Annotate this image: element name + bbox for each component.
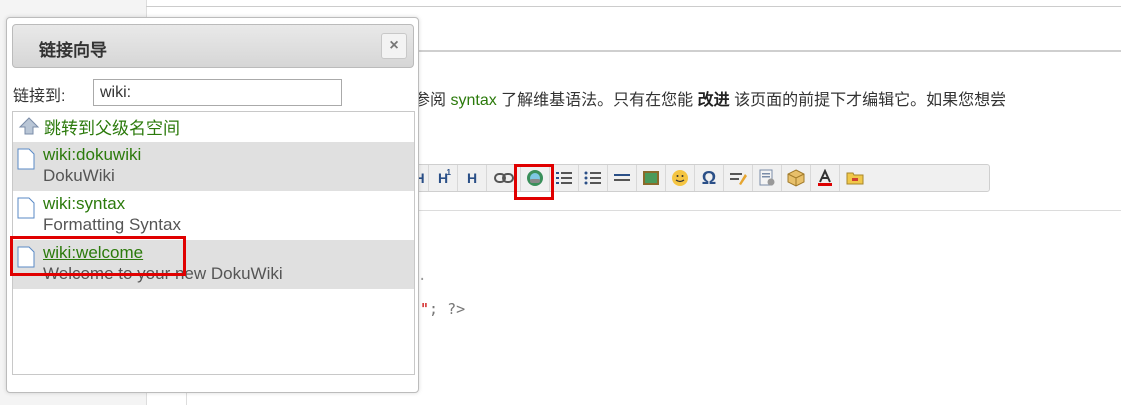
page-icon xyxy=(17,197,35,219)
arrow-up-icon xyxy=(18,117,40,135)
plugin-button[interactable] xyxy=(782,165,811,191)
close-button[interactable]: × xyxy=(381,33,407,59)
link-target-input[interactable] xyxy=(93,79,342,106)
image-icon xyxy=(643,171,659,185)
intro-mid: 了解维基语法。只有在您能 xyxy=(501,92,694,109)
template-button[interactable] xyxy=(753,165,782,191)
result-id: wiki:welcome xyxy=(43,243,144,262)
code-fragment-1: · xyxy=(418,272,427,288)
code-fragment-2: "; ?> xyxy=(420,300,465,318)
ordered-list-button[interactable] xyxy=(550,165,579,191)
horizontal-rule-icon xyxy=(614,174,630,181)
font-color-icon xyxy=(818,169,832,186)
heading-h4-sub: 1 xyxy=(446,168,451,177)
document-gear-icon xyxy=(759,169,775,186)
dialog-title: 链接向导 xyxy=(39,41,107,60)
pen-icon xyxy=(730,173,747,185)
syntax-link[interactable]: syntax xyxy=(450,92,496,109)
signature-button[interactable] xyxy=(724,165,753,191)
code-rest: ; ?> xyxy=(429,300,466,318)
result-title: Welcome to your new DokuWiki xyxy=(43,264,283,283)
internal-link-button[interactable] xyxy=(487,165,521,191)
result-title: DokuWiki xyxy=(43,166,115,185)
link-to-label: 链接到: xyxy=(13,88,66,105)
page-icon xyxy=(17,246,35,268)
heading-h5-icon: H xyxy=(466,170,478,186)
result-title: Formatting Syntax xyxy=(43,215,181,234)
result-id: wiki:syntax xyxy=(43,194,126,213)
text-color-button[interactable] xyxy=(811,165,840,191)
horizontal-rule-button[interactable] xyxy=(608,165,637,191)
media-button[interactable] xyxy=(637,165,666,191)
editor-divider xyxy=(410,210,1121,211)
close-icon: × xyxy=(389,37,399,54)
dialog-titlebar[interactable]: 链接向导 × xyxy=(12,24,414,68)
omega-icon: Ω xyxy=(701,167,717,188)
globe-link-icon xyxy=(527,170,543,186)
unordered-list-icon xyxy=(584,171,601,185)
edit-intro-text: 请参阅 syntax 了解维基语法。只有在您能 改进 该页面的前提下才编辑它。如… xyxy=(398,86,1006,110)
smiley-button[interactable] xyxy=(666,165,695,191)
list-item[interactable]: wiki:welcome Welcome to your new DokuWik… xyxy=(13,240,414,289)
intro-bold: 改进 xyxy=(697,92,730,109)
parent-namespace-label: 跳转到父级名空间 xyxy=(44,118,180,138)
external-link-button[interactable] xyxy=(521,165,550,191)
page-icon xyxy=(17,148,35,170)
chain-link-icon xyxy=(493,173,514,183)
result-id: wiki:dokuwiki xyxy=(43,145,142,164)
list-item[interactable]: wiki:syntax Formatting Syntax xyxy=(13,191,414,240)
heading-h4-button[interactable]: H 1 xyxy=(429,165,458,191)
editor-toolbar: H H 1 H Ω xyxy=(410,164,990,192)
link-results-list[interactable]: 跳转到父级名空间 wiki:dokuwiki DokuWiki wiki:syn… xyxy=(12,111,415,375)
heading-h5-button[interactable]: H xyxy=(458,165,487,191)
folder-icon xyxy=(846,172,863,185)
unordered-list-button[interactable] xyxy=(579,165,608,191)
ordered-list-icon xyxy=(556,172,572,184)
code-quote: " xyxy=(420,300,430,318)
smiley-icon xyxy=(672,170,688,186)
link-wizard-dialog: 链接向导 × 链接到: 跳转到父级名空间 wiki:dokuwiki DokuW… xyxy=(6,17,419,393)
parent-namespace-item[interactable]: 跳转到父级名空间 xyxy=(13,112,414,140)
special-chars-button[interactable]: Ω xyxy=(695,165,724,191)
package-icon xyxy=(787,169,805,187)
intro-post: 该页面的前提下才编辑它。如果您想尝 xyxy=(734,92,1007,109)
list-item[interactable]: wiki:dokuwiki DokuWiki xyxy=(13,142,414,191)
top-divider xyxy=(146,6,1121,7)
folder-button[interactable] xyxy=(840,165,869,191)
